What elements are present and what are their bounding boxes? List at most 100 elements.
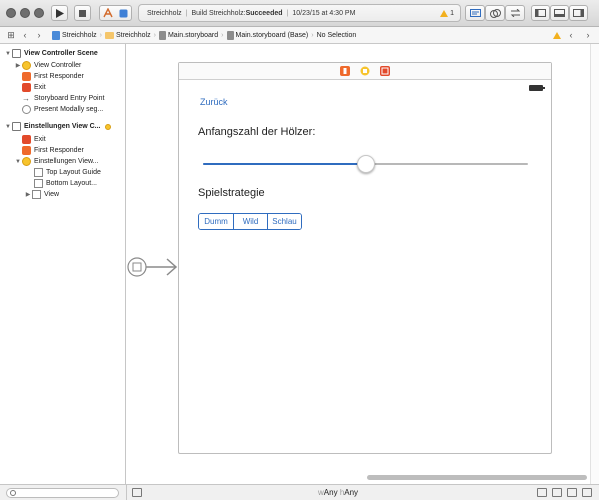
slider-thumb[interactable] [356,155,375,173]
outline-item[interactable]: Exit [22,134,46,145]
segue-arrow-icon[interactable] [127,252,179,282]
disclosure-triangle-icon[interactable]: ▶ [24,191,32,198]
warning-icon [440,9,449,17]
exit-icon[interactable] [380,66,390,76]
scene-icon [12,49,21,58]
filter-icon [10,490,16,496]
version-editor-icon [510,9,520,17]
count-label: Anfangszahl der Hölzer: [198,126,316,138]
size-class-control[interactable]: wAny hAny [318,488,358,497]
outline-item[interactable]: Present Modally seg... [22,104,103,115]
segment-dumm[interactable]: Dumm [199,214,233,229]
stop-button[interactable] [74,5,91,21]
first-responder-icon[interactable] [340,66,350,76]
back-button[interactable]: Zurück [200,97,228,107]
exit-icon [22,135,31,144]
outline-item[interactable]: Bottom Layout... [34,178,97,189]
disclosure-triangle-icon[interactable]: ▼ [4,124,12,130]
run-button[interactable] [51,5,68,21]
breadcrumb-localization[interactable]: Main.storyboard (Base) [226,30,308,40]
minimize-window-button[interactable] [20,8,30,18]
breadcrumb-separator: › [99,31,102,39]
scene-dock [179,63,551,80]
resolve-auto-layout-icon[interactable] [582,488,592,497]
slider-fill [203,163,366,165]
view-controller-icon [22,61,31,70]
strategy-segmented-control[interactable]: Dumm Wild Schlau [198,213,302,230]
breadcrumb-separator: › [153,31,156,39]
view-icon [32,190,41,199]
scheme-selector[interactable] [99,5,132,21]
storyboard-canvas[interactable]: Zurück Anfangszahl der Hölzer: Spielstra… [127,44,599,484]
breadcrumb-selection[interactable]: No Selection [317,32,357,39]
breadcrumb-file[interactable]: Main.storyboard [158,30,218,40]
outline-item[interactable]: ▶ View Controller [14,60,81,71]
outline-item[interactable]: Top Layout Guide [34,167,101,178]
layout-guide-icon [34,168,43,177]
stack-icon[interactable] [537,488,547,497]
previous-issue-icon[interactable]: ‹ [564,28,578,42]
activity-viewer: Streichholz | Build Streichholz: Succeed… [138,4,461,22]
issue-warning-icon[interactable] [553,31,561,39]
layout-guide-icon [34,179,43,188]
close-window-button[interactable] [6,8,16,18]
outline-item[interactable]: ▼ Einstellungen View... [14,156,98,167]
toggle-navigator-button[interactable] [531,5,550,21]
segue-icon [22,105,31,114]
outline-filter-field[interactable] [6,488,119,498]
storyboard-file-icon [226,30,234,40]
assistant-editor-button[interactable] [485,5,505,21]
bottom-panel-icon [554,9,565,17]
outline-item[interactable]: ▶ View [24,189,59,200]
assistant-editor-icon [489,8,501,18]
separator: | [185,9,188,17]
outline-scene-view-controller[interactable]: ▼ View Controller Scene [4,48,98,59]
disclosure-triangle-icon[interactable]: ▶ [14,62,22,69]
standard-editor-icon [469,9,481,17]
entry-point-arrow-icon: → [22,94,30,103]
outline-item[interactable]: First Responder [22,145,84,156]
segment-wild[interactable]: Wild [233,214,267,229]
folder-icon [104,31,114,39]
size-class-height: Any [344,488,359,497]
zoom-window-button[interactable] [34,8,44,18]
align-icon[interactable] [552,488,562,497]
version-editor-button[interactable] [505,5,525,21]
warning-badge-icon[interactable] [104,123,111,130]
outline-item[interactable]: → Storyboard Entry Point [22,93,104,104]
toggle-utilities-button[interactable] [569,5,588,21]
warning-count: 1 [450,9,454,17]
toggle-debug-area-button[interactable] [550,5,569,21]
outline-scene-einstellungen[interactable]: ▼ Einstellungen View C... [4,121,111,132]
count-slider[interactable] [203,155,528,173]
view-controller-icon [22,157,31,166]
breadcrumb-group[interactable]: Streichholz [104,31,151,39]
vertical-scrollbar[interactable] [590,44,599,484]
horizontal-scrollbar[interactable] [367,475,587,480]
breadcrumb-separator: › [311,31,314,39]
strategy-label: Spielstrategie [198,187,265,199]
back-arrow-icon[interactable]: ‹ [18,28,32,42]
disclosure-triangle-icon[interactable]: ▼ [14,159,22,165]
scene-einstellungen[interactable]: Zurück Anfangszahl der Hölzer: Spielstra… [178,62,552,454]
next-issue-icon[interactable]: › [581,28,595,42]
related-items-icon[interactable]: ⊞ [4,28,18,42]
view-controller-icon[interactable] [360,66,370,76]
toggle-outline-icon[interactable] [132,488,142,497]
forward-arrow-icon[interactable]: › [32,28,46,42]
outline-item[interactable]: First Responder [22,71,84,82]
battery-icon [529,85,545,91]
right-panel-icon [573,9,584,17]
warning-indicator[interactable]: 1 [440,9,454,17]
outline-filter-bar [0,484,127,500]
pin-icon[interactable] [567,488,577,497]
disclosure-triangle-icon[interactable]: ▼ [4,51,12,57]
jump-bar: ⊞ ‹ › Streichholz › Streichholz › Main.s… [0,27,599,44]
breadcrumb-project[interactable]: Streichholz [52,30,97,40]
outline-item[interactable]: Exit [22,82,46,93]
first-responder-icon [22,72,31,81]
standard-editor-button[interactable] [465,5,485,21]
left-panel-icon [535,9,546,17]
stop-icon [79,9,86,17]
segment-schlau[interactable]: Schlau [267,214,301,229]
